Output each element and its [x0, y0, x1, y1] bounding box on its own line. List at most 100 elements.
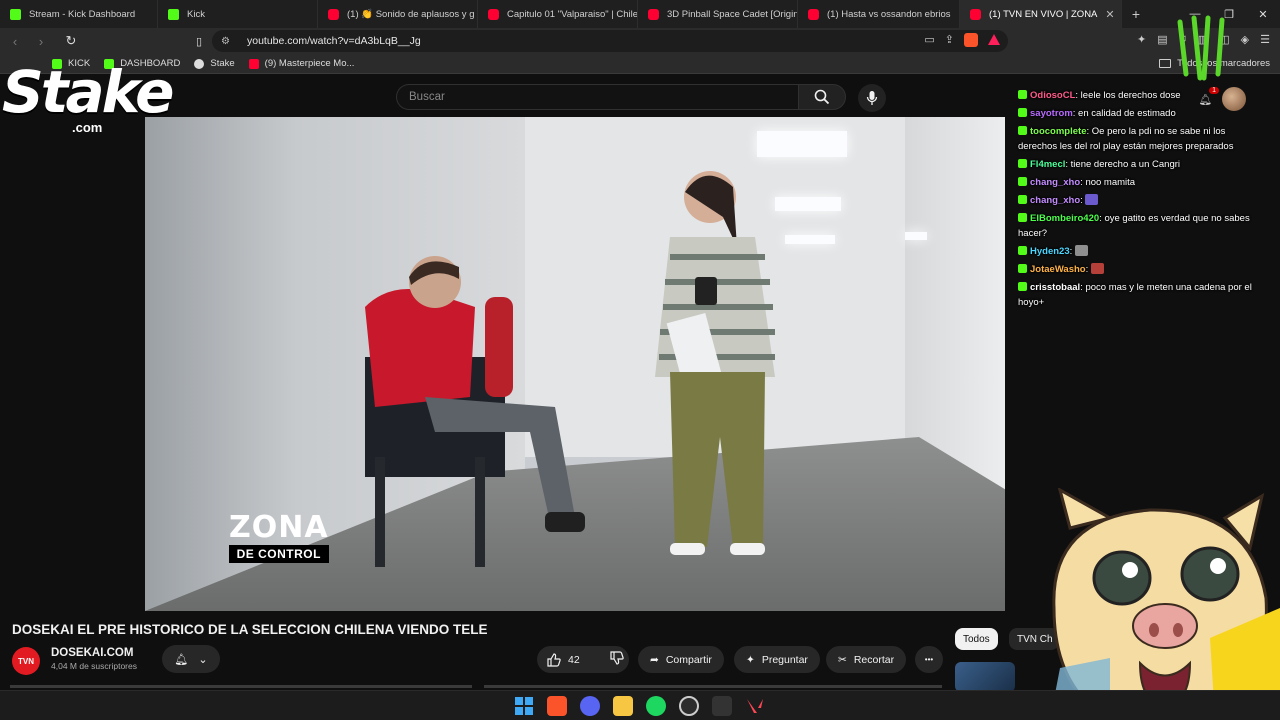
- face-emote-icon: [1085, 194, 1099, 205]
- chat-text: tiene derecho a un Cangri: [1070, 159, 1180, 170]
- share-icon[interactable]: ⇪: [945, 33, 954, 47]
- extensions-icon[interactable]: ✦: [1137, 33, 1146, 46]
- monster-energy-logo: [1177, 15, 1225, 81]
- app-icon[interactable]: [712, 696, 732, 716]
- chat-message: toocomplete: Oe pero la pdi no se sabe n…: [1018, 126, 1234, 152]
- kick-icon: [10, 8, 21, 20]
- search-placeholder: Buscar: [409, 91, 445, 103]
- close-tab-icon[interactable]: ✕: [1105, 8, 1114, 21]
- file-explorer-icon[interactable]: [613, 696, 633, 716]
- tab-hasta-vs-ossandon[interactable]: (1) Hasta vs ossandon ebrios: [798, 0, 960, 28]
- share-button[interactable]: ➦ Compartir: [638, 646, 724, 673]
- kick-badge-icon: [1018, 195, 1027, 204]
- stake-logo-overlay: Stake .com: [2, 56, 178, 138]
- chat-username: crisstobaal: [1030, 282, 1081, 293]
- site-settings-icon[interactable]: ⚙: [221, 36, 235, 47]
- discord-icon[interactable]: [580, 696, 600, 716]
- stake-logo-word: Stake: [2, 58, 174, 126]
- video-player[interactable]: ZONA DE CONTROL: [145, 117, 1005, 611]
- chat-message: chang_xho: noo mamita: [1018, 175, 1254, 190]
- sparkle-icon: ✦: [746, 653, 755, 666]
- tab-pinball[interactable]: 3D Pinball Space Cadet [Origin: [638, 0, 798, 28]
- obs-icon[interactable]: [679, 696, 699, 716]
- kick-icon: [168, 8, 179, 20]
- chip-all[interactable]: Todos: [955, 628, 998, 650]
- share-label: Compartir: [665, 653, 712, 666]
- bookmark-masterpiece[interactable]: (9) Masterpiece Mo...: [248, 58, 355, 69]
- tab-valparaiso[interactable]: Capitulo 01 "Valparaiso" | Chile: [478, 0, 638, 28]
- more-actions-button[interactable]: •••: [915, 646, 943, 673]
- tab-kick[interactable]: Kick: [158, 0, 318, 28]
- kick-badge-icon: [1018, 177, 1027, 186]
- standing-person: [655, 171, 775, 555]
- ask-button[interactable]: ✦ Preguntar: [734, 646, 820, 673]
- tab-tvn-en-vivo[interactable]: (1) TVN EN VIVO | ZONA ✕: [960, 0, 1122, 28]
- search-input[interactable]: Buscar: [396, 84, 798, 110]
- chat-username: ElBombeiro420: [1030, 213, 1100, 224]
- channel-name[interactable]: DOSEKAI.COM: [51, 647, 133, 659]
- chat-username: sayotrom: [1030, 108, 1073, 119]
- kick-badge-icon: [1018, 126, 1027, 135]
- windows-start-icon[interactable]: [514, 696, 534, 716]
- de-control-text: DE CONTROL: [229, 545, 329, 563]
- new-tab-button[interactable]: +: [1122, 0, 1150, 28]
- reload-icon[interactable]: ↻: [60, 30, 82, 52]
- chat-message: ElBombeiro420: oye gatito es verdad que …: [1018, 213, 1250, 239]
- tab-aplausos[interactable]: (1) 👏 Sonido de aplausos y g: [318, 0, 478, 28]
- tab-kick-dashboard[interactable]: Stream - Kick Dashboard: [0, 0, 158, 28]
- thumbs-up-icon: [547, 652, 561, 667]
- bookmark-icon[interactable]: ▯: [188, 30, 210, 52]
- recommended-thumbnail[interactable]: [955, 662, 1015, 692]
- chat-username: OdiosoCL: [1030, 90, 1076, 101]
- zona-text: ZONA: [229, 510, 329, 545]
- vpn-icon[interactable]: ◈: [1241, 33, 1249, 46]
- kick-badge-icon: [1018, 90, 1027, 99]
- close-window-icon[interactable]: ✕: [1246, 0, 1280, 28]
- brave-icon[interactable]: [547, 696, 567, 716]
- vtuber-cat-avatar: [1050, 488, 1280, 720]
- omnibox-actions: ▭ ⇪: [924, 33, 1000, 47]
- seated-person: [365, 256, 585, 567]
- address-toolbar: ‹ › ↻ ▯ ⚙ youtube.com/watch?v=dA3bLqB__J…: [0, 28, 1280, 54]
- kick-badge-icon: [1018, 159, 1027, 168]
- bookmark-label: Stake: [210, 58, 235, 69]
- channel-avatar[interactable]: TVN: [12, 647, 40, 675]
- cast-icon[interactable]: ▭: [924, 33, 934, 47]
- subscription-bell-button[interactable]: 🔔︎ ⌄: [162, 645, 220, 673]
- chat-text: leele los derechos dose: [1080, 90, 1181, 101]
- menu-icon[interactable]: ☰: [1260, 33, 1270, 46]
- reading-list-icon[interactable]: ▤: [1157, 33, 1167, 46]
- dislike-button[interactable]: [610, 651, 624, 668]
- brave-rewards-icon[interactable]: [988, 34, 1000, 45]
- back-icon[interactable]: ‹: [4, 30, 26, 52]
- chat-username: toocomplete: [1030, 126, 1087, 137]
- clip-button[interactable]: ✂ Recortar: [826, 646, 907, 673]
- bookmark-stake[interactable]: Stake: [194, 58, 235, 69]
- brave-shields-icon[interactable]: [964, 33, 978, 47]
- like-count: 42: [568, 653, 580, 666]
- video-title: DOSEKAI EL PRE HISTORICO DE LA SELECCION…: [12, 622, 488, 637]
- windows-taskbar: [0, 690, 1280, 720]
- bookmark-label: (9) Masterpiece Mo...: [264, 58, 355, 69]
- ceiling-light: [757, 131, 847, 157]
- like-button[interactable]: 42: [547, 652, 580, 667]
- chat-message: Hyden23:: [1018, 244, 1254, 259]
- chat-username: Hyden23: [1030, 246, 1070, 257]
- ask-label: Preguntar: [761, 653, 808, 666]
- valorant-icon[interactable]: [745, 696, 765, 716]
- forward-icon[interactable]: ›: [30, 30, 52, 52]
- chat-username: JotaeWasho: [1030, 264, 1086, 275]
- voice-search-button[interactable]: [858, 84, 886, 112]
- chat-username: chang_xho: [1030, 195, 1081, 206]
- scissors-icon: ✂: [838, 653, 847, 666]
- thumbs-down-icon: [610, 651, 624, 665]
- divider: [10, 685, 472, 688]
- search-button[interactable]: [798, 84, 846, 110]
- divider: [484, 685, 942, 688]
- program-logo-zona-de-control: ZONA DE CONTROL: [229, 513, 329, 563]
- spotify-icon[interactable]: [646, 696, 666, 716]
- tab-label: (1) 👏 Sonido de aplausos y g: [347, 8, 475, 20]
- chat-message: chang_xho:: [1018, 193, 1254, 208]
- url-bar[interactable]: ⚙ youtube.com/watch?v=dA3bLqB__Jg ▭ ⇪: [212, 30, 1008, 52]
- like-dislike-group: 42: [537, 646, 629, 673]
